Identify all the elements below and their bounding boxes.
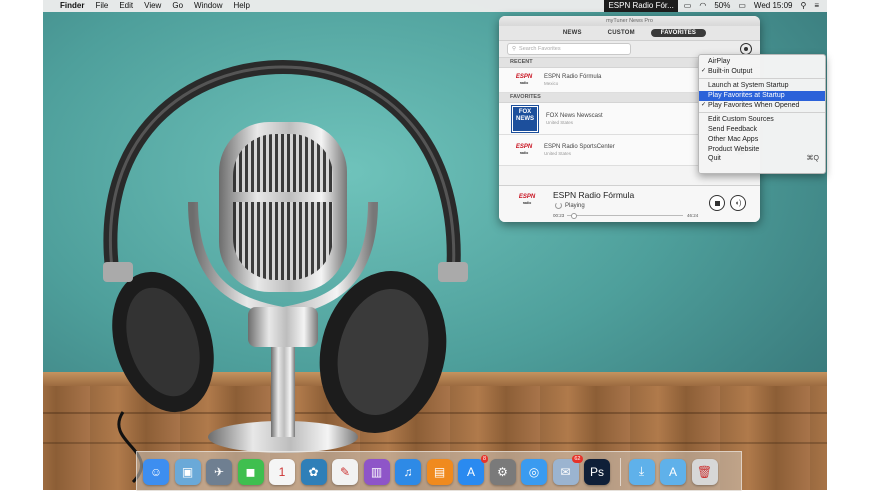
photoshop-icon[interactable]: Ps [584,458,610,485]
itunes-icon[interactable]: ♫ [395,458,421,485]
spotlight-search-icon[interactable]: ⚲ [800,0,806,12]
menu-go[interactable]: Go [172,0,183,12]
appstore-icon[interactable]: A8 [458,454,488,485]
menu-item-play-favorites-at-startup[interactable]: Play Favorites at Startup [699,91,825,101]
menu-item-product-website[interactable]: Product Website [699,145,825,155]
photo-icon[interactable]: ✿ [300,458,327,485]
menu-item-label: Play Favorites When Opened [708,101,800,109]
speaker-icon: ◖) [734,199,742,207]
battery-icon[interactable]: ▭ [738,0,746,12]
applications-folder-icon[interactable]: A [660,458,686,485]
menu-item-launch-at-system-startup[interactable]: Launch at System Startup [699,81,825,91]
search-favorites-input[interactable]: ⚲ Search Favorites [507,43,631,55]
mail-stamp-icon[interactable]: ✉ 62 [552,454,583,485]
wifi-icon[interactable]: ◠ [699,0,706,12]
window-title: myTuner News Pro [499,16,760,26]
screen-margin-left [0,0,43,490]
dock-divider [619,457,621,486]
menu-help[interactable]: Help [233,0,249,12]
menu-separator [699,112,825,114]
fox-news-logo-icon: FOX NEWS [511,104,539,133]
menu-item-send-feedback[interactable]: Send Feedback [699,125,825,135]
tab-custom[interactable]: CUSTOM [598,29,645,37]
menu-app-finder[interactable]: Finder [60,0,84,12]
station-country: United States [546,119,574,125]
keynote-icon[interactable]: ▥ [363,458,390,485]
menu-item-label: Built-in Output [708,67,753,75]
menu-view[interactable]: View [144,0,161,12]
search-placeholder: Search Favorites [519,46,561,52]
playback-status: Playing [555,202,585,209]
calendar-icon[interactable]: 1 [269,458,295,485]
tab-news[interactable]: NEWS [553,29,592,37]
clock[interactable]: Wed 15:09 [754,0,793,12]
stop-icon [714,200,720,206]
menu-shortcut: ⌘Q [806,155,819,163]
dock: ☺ ▣ ✈ ◼ 1 ✿ ✎ ▥ ♫ ▤ A 8 ⚙ ◎ ✉ 62 Ps ⤓ A 🗑 [136,451,742,491]
notification-badge: 62 [572,454,583,463]
espn-logo-icon: ESPN radio [518,194,536,205]
tab-favorites[interactable]: FAVORITES [650,29,707,37]
progress-track[interactable] [567,215,683,216]
station-country: Mexico [544,81,559,86]
player-bar: ESPN radio ESPN Radio Fórmula Playing 00:… [499,185,760,222]
menu-window[interactable]: Window [194,0,222,12]
trash-icon[interactable]: 🗑 [691,458,718,485]
station-name: ESPN Radio SportsCenter [544,144,615,150]
menu-item-play-favorites-when-opened[interactable]: ✓ Play Favorites When Opened [699,101,825,111]
menu-item-built-in-output[interactable]: ✓ Built-in Output [699,67,825,77]
finder-icon[interactable]: ☺ [143,458,169,485]
menu-item-label: Edit Custom Sources [708,116,774,124]
menu-item-other-mac-apps[interactable]: Other Mac Apps [699,135,825,145]
menu-item-label: Launch at System Startup [708,82,789,90]
playback-status-text: Playing [565,202,585,209]
notification-center-icon[interactable]: ≡ [814,0,819,12]
notification-badge: 8 [480,454,488,463]
menu-item-label: Quit [708,155,721,163]
espn-logo-icon: ESPN radio [515,144,533,155]
station-name: ESPN Radio Fórmula [544,74,602,80]
station-name: FOX News Newscast [546,112,603,119]
menu-edit[interactable]: Edit [119,0,133,12]
preview-icon[interactable]: ▣ [174,458,201,485]
elapsed-time: 00:23 [553,213,565,218]
menu-item-airplay[interactable]: AirPlay [699,57,825,67]
volume-button[interactable]: ◖) [730,195,746,211]
airplay-icon[interactable]: ▭ [684,0,692,12]
system-preferences-icon[interactable]: ⚙ [489,458,516,485]
espn-logo-icon: ESPN radio [515,74,533,85]
record-icon [744,47,748,51]
station-country: United States [544,151,572,156]
downloads-folder-icon[interactable]: ⤓ [628,458,655,485]
menu-bar: Finder File Edit View Go Window Help ESP… [43,0,827,12]
checkmark-icon: ✓ [701,101,707,108]
ibooks-icon[interactable]: ▤ [426,458,453,485]
stop-button[interactable] [709,195,725,211]
menu-item-label: Play Favorites at Startup [708,92,785,100]
facetime-icon[interactable]: ◼ [237,458,264,485]
menu-item-quit[interactable]: Quit ⌘Q [699,154,825,164]
launchpad-icon[interactable]: ✈ [206,458,232,485]
now-playing-title: ESPN Radio Fórmula [553,190,635,200]
now-playing-status-item[interactable]: ESPN Radio Fór... [604,0,678,12]
safari-icon[interactable]: ◎ [521,458,547,485]
menu-separator [699,78,825,80]
textedit-icon[interactable]: ✎ [332,458,358,485]
menu-file[interactable]: File [95,0,108,12]
settings-dropdown-menu: AirPlay ✓ Built-in Output Launch at System … [698,54,826,174]
menu-item-label: Product Website [708,145,760,153]
checkmark-icon: ✓ [701,67,707,74]
progress-thumb[interactable] [570,213,577,219]
tab-bar: NEWS CUSTOM FAVORITES [499,26,760,41]
screen-margin-right [827,0,870,490]
total-time: 46:24 [687,213,699,218]
menu-item-label: AirPlay [708,58,731,65]
menu-item-label: Send Feedback [708,126,758,134]
loading-spinner-icon [555,202,562,209]
battery-percent[interactable]: 50% [714,0,730,12]
menu-item-label: Other Mac Apps [708,135,759,143]
search-icon: ⚲ [512,46,517,52]
menu-item-edit-custom-sources[interactable]: Edit Custom Sources [699,115,825,125]
